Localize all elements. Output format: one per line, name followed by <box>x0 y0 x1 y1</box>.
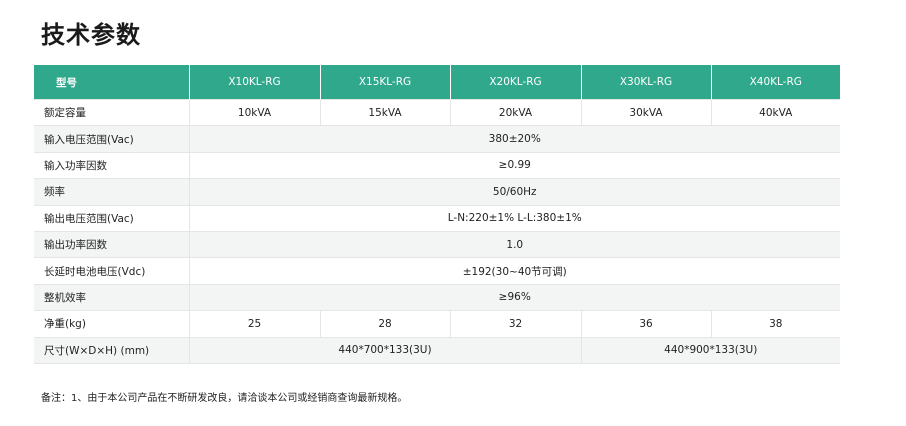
table-cell: 25 <box>189 310 321 338</box>
table-cell: 30kVA <box>581 98 712 126</box>
table-cell: ≥0.99 <box>189 151 840 179</box>
table-cell: 38 <box>711 310 840 338</box>
row-label: 输出功率因数 <box>34 230 190 258</box>
footnote: 备注：1、由于本公司产品在不断研发改良，请洽谈本公司或经销商查询最新规格。 <box>41 393 408 404</box>
table-cell: 32 <box>450 310 582 338</box>
table-cell: 10kVA <box>189 98 321 126</box>
table-cell: 1.0 <box>189 230 840 258</box>
header-x40kl: X40KL-RG <box>711 65 840 100</box>
table-header-row: 型号 X10KL-RG X15KL-RG X20KL-RG X30KL-RG X… <box>34 65 840 100</box>
row-label: 整机效率 <box>34 283 190 311</box>
table-row: 频率 50/60Hz <box>34 178 840 206</box>
table-row: 尺寸(W×D×H) (mm) 440*700*133(3U) 440*900*1… <box>34 336 840 364</box>
page-title: 技术参数 <box>41 21 141 49</box>
header-x15kl: X15KL-RG <box>320 65 451 100</box>
table-cell: L-N:220±1% L-L:380±1% <box>189 204 840 232</box>
table-cell: 440*900*133(3U) <box>581 336 840 364</box>
table-cell: 380±20% <box>189 125 840 153</box>
header-x20kl: X20KL-RG <box>450 65 582 100</box>
header-x10kl: X10KL-RG <box>189 65 321 100</box>
row-label: 长延时电池电压(Vdc) <box>34 257 190 285</box>
table-row: 净重(kg) 25 28 32 36 38 <box>34 310 840 338</box>
table-cell: 20kVA <box>450 98 582 126</box>
table-cell: 15kVA <box>320 98 451 126</box>
table-row: 额定容量 10kVA 15kVA 20kVA 30kVA 40kVA <box>34 98 840 126</box>
spec-table: 型号 X10KL-RG X15KL-RG X20KL-RG X30KL-RG X… <box>34 65 840 364</box>
header-model: 型号 <box>34 65 190 100</box>
row-label: 输入电压范围(Vac) <box>34 125 190 153</box>
table-cell: ±192(30~40节可调) <box>189 257 840 285</box>
row-label: 输入功率因数 <box>34 151 190 179</box>
table-cell: ≥96% <box>189 283 840 311</box>
table-row: 输出功率因数 1.0 <box>34 230 840 258</box>
table-row: 输入功率因数 ≥0.99 <box>34 151 840 179</box>
table-row: 输入电压范围(Vac) 380±20% <box>34 125 840 153</box>
table-cell: 40kVA <box>711 98 840 126</box>
table-cell: 36 <box>581 310 712 338</box>
row-label: 频率 <box>34 178 190 206</box>
row-label: 净重(kg) <box>34 310 190 338</box>
header-x30kl: X30KL-RG <box>581 65 712 100</box>
row-label: 输出电压范围(Vac) <box>34 204 190 232</box>
table-cell: 28 <box>320 310 451 338</box>
table-row: 长延时电池电压(Vdc) ±192(30~40节可调) <box>34 257 840 285</box>
table-cell: 50/60Hz <box>189 178 840 206</box>
table-row: 整机效率 ≥96% <box>34 283 840 311</box>
row-label: 额定容量 <box>34 98 190 126</box>
row-label: 尺寸(W×D×H) (mm) <box>34 336 190 364</box>
table-cell: 440*700*133(3U) <box>189 336 582 364</box>
table-row: 输出电压范围(Vac) L-N:220±1% L-L:380±1% <box>34 204 840 232</box>
